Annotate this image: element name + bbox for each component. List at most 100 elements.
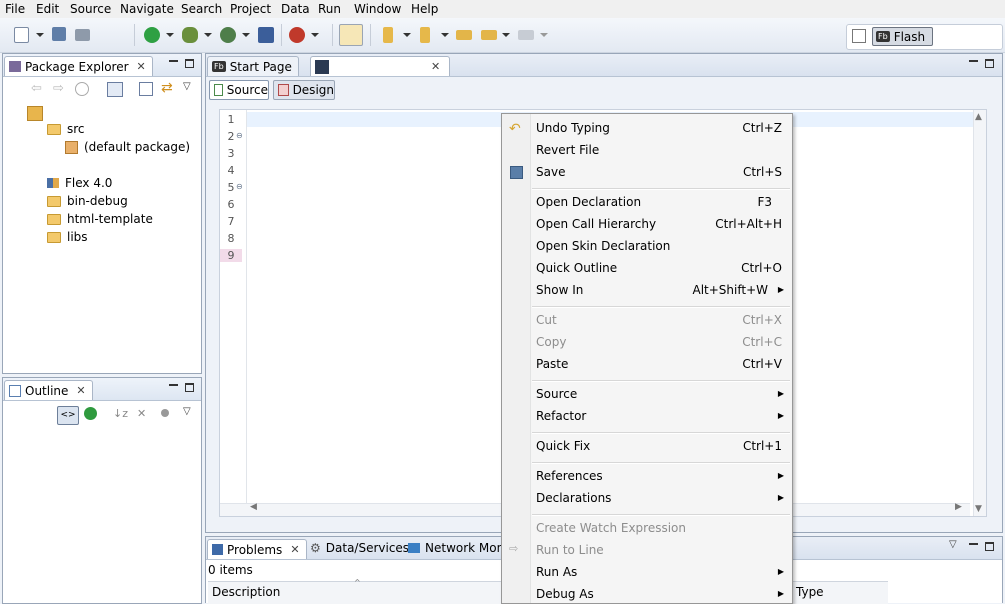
tree-item-bin-debug[interactable]: bin-debug [47, 194, 128, 208]
open-perspective-icon[interactable] [852, 29, 866, 43]
run-icon[interactable] [144, 27, 160, 43]
run-dropdown-icon[interactable] [166, 33, 174, 37]
fold-icon[interactable]: ⊖ [236, 131, 243, 140]
menu-item-paste[interactable]: Paste Ctrl+V [536, 354, 782, 374]
close-icon[interactable]: ✕ [290, 543, 299, 556]
tree-item-html-template[interactable]: html-template [47, 212, 153, 226]
link-with-editor-icon[interactable]: ⇄ [161, 80, 173, 96]
save-icon[interactable] [52, 27, 66, 41]
source-mode-button[interactable]: Source [209, 80, 269, 100]
minimize-icon[interactable] [169, 384, 178, 386]
tree-item-default-package[interactable]: (default package) [65, 140, 190, 154]
close-icon[interactable]: ✕ [137, 60, 146, 73]
scroll-up-icon[interactable]: ▲ [975, 112, 982, 122]
print-icon[interactable] [75, 29, 90, 41]
profile-icon[interactable] [220, 27, 236, 43]
prev-annotation-icon[interactable] [420, 27, 430, 43]
column-description[interactable]: Description [212, 585, 280, 599]
menu-item-open-skin-declaration[interactable]: Open Skin Declaration [536, 236, 782, 256]
close-icon[interactable]: ✕ [76, 384, 85, 397]
scroll-down-icon[interactable]: ▼ [975, 504, 982, 514]
external-tools-icon[interactable] [289, 27, 305, 43]
maximize-icon[interactable] [985, 542, 994, 551]
refresh-icon[interactable] [84, 407, 97, 420]
sort-icon[interactable]: ↓z [113, 407, 128, 420]
forward-icon[interactable] [518, 30, 534, 40]
view-menu-square-icon[interactable] [139, 82, 153, 96]
menu-project[interactable]: Project [230, 2, 271, 16]
debug-dropdown-icon[interactable] [204, 33, 212, 37]
tab-package-explorer[interactable]: Package Explorer ✕ [4, 56, 153, 76]
back-arrow-icon[interactable]: ⇦ [31, 81, 42, 96]
next-annotation-dropdown-icon[interactable] [403, 33, 411, 37]
menu-item-source[interactable]: Source ▶ [536, 384, 784, 404]
tree-item-src[interactable]: src [47, 122, 85, 136]
minimize-icon[interactable] [969, 60, 978, 62]
view-menu-icon[interactable]: ▽ [949, 539, 957, 550]
menu-data[interactable]: Data [281, 2, 310, 16]
menu-source[interactable]: Source [70, 2, 111, 16]
tab-network-monitor[interactable]: Network Mon [408, 541, 504, 555]
mark-occurrences-icon[interactable] [339, 24, 363, 46]
menu-item-declarations[interactable]: Declarations ▶ [536, 488, 784, 508]
back-icon[interactable] [481, 30, 497, 40]
tab-data-services[interactable]: ⚙ Data/Services [310, 541, 409, 555]
scroll-right-icon[interactable]: ▶ [955, 502, 962, 512]
menu-item-save[interactable]: Save Ctrl+S [536, 162, 782, 182]
profile-dropdown-icon[interactable] [242, 33, 250, 37]
prev-annotation-dropdown-icon[interactable] [441, 33, 449, 37]
view-menu-icon[interactable]: ▽ [183, 406, 191, 417]
scroll-left-icon[interactable]: ◀ [250, 502, 257, 512]
menu-item-open-call-hierarchy[interactable]: Open Call Hierarchy Ctrl+Alt+H [536, 214, 782, 234]
design-mode-button[interactable]: Design [273, 80, 335, 100]
export-icon[interactable] [258, 27, 274, 43]
project-icon[interactable] [27, 106, 43, 121]
tree-item-libs[interactable]: libs [47, 230, 88, 244]
menu-help[interactable]: Help [411, 2, 438, 16]
forward-arrow-icon[interactable]: ⇨ [53, 81, 64, 96]
next-annotation-icon[interactable] [383, 27, 393, 43]
maximize-icon[interactable] [185, 383, 194, 392]
debug-icon[interactable] [182, 27, 198, 43]
menu-item-references[interactable]: References ▶ [536, 466, 784, 486]
show-tags-icon[interactable]: <> [57, 406, 79, 425]
menu-item-refactor[interactable]: Refactor ▶ [536, 406, 784, 426]
menu-item-revert-file[interactable]: Revert File [536, 140, 782, 160]
menu-item-debug-as[interactable]: Debug As ▶ [536, 584, 784, 604]
menu-window[interactable]: Window [354, 2, 401, 16]
close-icon[interactable]: ✕ [431, 60, 440, 73]
tree-item-flex-sdk[interactable]: Flex 4.0 [47, 176, 112, 190]
fold-icon[interactable]: ⊖ [236, 182, 243, 191]
minimize-icon[interactable] [969, 543, 978, 545]
menu-item-run-as[interactable]: Run As ▶ [536, 562, 784, 582]
menu-item-quick-fix[interactable]: Quick Fix Ctrl+1 [536, 436, 782, 456]
menu-run[interactable]: Run [318, 2, 341, 16]
collapse-all-icon[interactable] [107, 82, 123, 97]
last-edit-icon[interactable] [456, 30, 472, 40]
tab-outline[interactable]: Outline ✕ [4, 380, 93, 400]
forward-dropdown-icon[interactable] [540, 33, 548, 37]
menu-navigate[interactable]: Navigate [120, 2, 174, 16]
menu-edit[interactable]: Edit [36, 2, 59, 16]
new-dropdown-icon[interactable] [36, 33, 44, 37]
minimize-icon[interactable] [169, 60, 178, 62]
vertical-scrollbar[interactable]: ▲ ▼ [973, 110, 986, 516]
new-icon[interactable] [14, 27, 29, 43]
menu-item-undo-typing[interactable]: Undo Typing Ctrl+Z [536, 118, 782, 138]
back-dropdown-icon[interactable] [502, 33, 510, 37]
view-menu-icon[interactable]: ▽ [183, 81, 191, 92]
tab-problems[interactable]: Problems ✕ [207, 539, 307, 559]
menu-item-quick-outline[interactable]: Quick Outline Ctrl+O [536, 258, 782, 278]
menu-item-open-declaration[interactable]: Open Declaration F3 [536, 192, 782, 212]
menu-item-show-in[interactable]: Show In Alt+Shift+W ▶ [536, 280, 784, 300]
maximize-icon[interactable] [185, 59, 194, 68]
maximize-icon[interactable] [985, 59, 994, 68]
menu-file[interactable]: File [5, 2, 25, 16]
column-type[interactable]: Type [796, 585, 824, 599]
hide-static-icon[interactable]: ✕ [137, 407, 146, 420]
flash-perspective-button[interactable]: Fb Flash [872, 27, 933, 46]
tab-start-page[interactable]: Fb Start Page [207, 56, 299, 76]
menu-search[interactable]: Search [181, 2, 222, 16]
external-tools-dropdown-icon[interactable] [311, 33, 319, 37]
hide-non-public-icon[interactable] [161, 409, 169, 417]
